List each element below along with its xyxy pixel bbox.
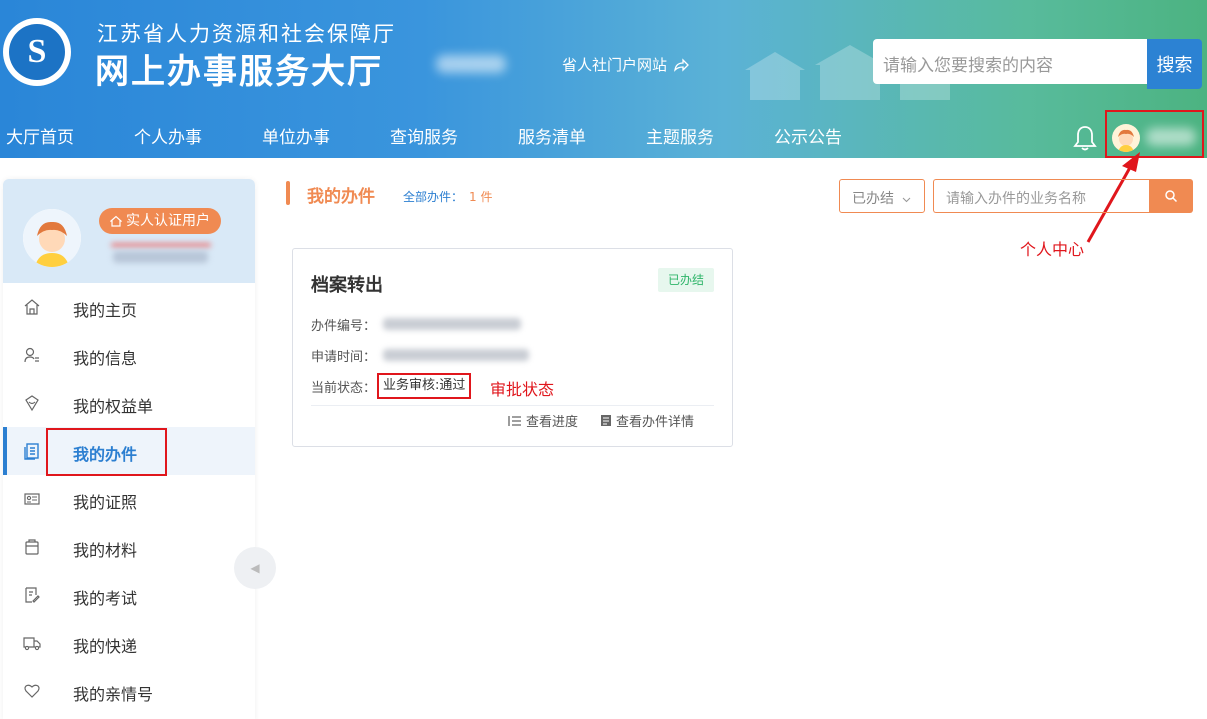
sidebar-item-label: 我的信息 [73,349,138,368]
sidebar-item-my-materials[interactable]: 我的材料 [3,523,255,571]
id-card-icon [24,493,40,505]
sidebar-item-my-home[interactable]: 我的主页 [3,283,255,331]
case-number-row: 办件编号： [311,315,376,334]
state-label: 当前状态： [311,381,377,396]
page-title: 我的办件 [307,187,375,207]
view-progress-label: 查看进度 [526,415,579,430]
logo-emblem: S [27,33,47,70]
sidebar-item-label: 我的材料 [73,541,138,560]
case-card[interactable]: 档案转出 已办结 办件编号： 申请时间： 当前状态： 业务审核:通过 查看进度 … [292,248,733,447]
bell-icon[interactable] [1073,124,1097,152]
site-search-input[interactable]: 请输入您要搜索的内容 [873,39,1147,84]
sidebar-item-my-express[interactable]: 我的快递 [3,619,255,667]
home-icon [24,299,40,315]
view-detail-link[interactable]: 查看办件详情 [600,411,694,430]
case-title: 档案转出 [311,275,383,296]
sidebar-item-my-rights[interactable]: 我的权益单 [3,379,255,427]
annotation-user-center: 个人中心 [1020,240,1085,259]
main-nav: 大厅首页 个人办事 单位办事 查询服务 服务清单 主题服务 公示公告 [0,120,902,156]
user-info-icon [24,347,39,363]
badge-label: 实人认证用户 [126,213,210,229]
nav-unit[interactable]: 单位办事 [262,120,330,156]
heart-icon [24,684,40,698]
case-number-label: 办件编号： [311,319,377,334]
sidebar-item-label: 我的证照 [73,493,138,512]
document-icon [601,415,611,426]
case-count-label: 全部办件： [403,190,464,204]
profile-avatar[interactable] [23,209,81,267]
sidebar-item-my-licenses[interactable]: 我的证照 [3,475,255,523]
sidebar-item-my-exams[interactable]: 我的考试 [3,571,255,619]
nav-topic[interactable]: 主题服务 [646,120,714,156]
case-search-placeholder: 请输入办件的业务名称 [946,191,1086,207]
sidebar-item-my-family[interactable]: 我的亲情号 [3,667,255,715]
sidebar-item-label: 我的权益单 [73,397,154,416]
avatar-icon [23,209,81,267]
sidebar-item-label: 我的考试 [73,589,138,608]
collapse-sidebar-button[interactable]: ◀ [234,547,276,589]
view-detail-label: 查看办件详情 [616,415,695,430]
redacted-region [436,55,506,73]
sidebar-item-label: 我的亲情号 [73,685,154,704]
state-value: 业务审核:通过 [377,373,472,399]
case-count-value: 1 件 [469,190,493,204]
logo[interactable]: S [3,18,71,86]
sidebar-item-label: 我的主页 [73,301,138,320]
apply-time-row: 申请时间： [311,346,376,365]
state-row: 当前状态： [311,377,376,396]
case-count: 全部办件： 1 件 [403,188,492,205]
page: S 江苏省人力资源和社会保障厅 网上办事服务大厅 省人社门户网站 请输入您要搜索… [0,0,1207,719]
profile-card: 实人认证用户 [3,179,255,283]
search-icon [1165,190,1178,203]
status-filter-value: 已办结 [852,191,894,207]
header: S 江苏省人力资源和社会保障厅 网上办事服务大厅 省人社门户网站 请输入您要搜索… [0,0,1207,158]
search-button-label: 搜索 [1156,55,1193,76]
share-arrow-icon [674,57,689,72]
nav-service-list[interactable]: 服务清单 [518,120,586,156]
search-placeholder: 请输入您要搜索的内容 [883,56,1053,76]
portal-link[interactable]: 省人社门户网站 [562,54,689,75]
case-search-input[interactable]: 请输入办件的业务名称 [933,179,1149,213]
hall-name: 网上办事服务大厅 [95,52,383,92]
list-icon [508,415,521,426]
nav-home[interactable]: 大厅首页 [6,120,74,156]
case-search-button[interactable] [1149,179,1193,213]
chevron-down-icon [903,197,911,203]
document-icon [24,443,39,460]
portal-link-label: 省人社门户网站 [562,56,668,74]
exam-icon [25,587,40,603]
redacted-id [113,251,208,263]
redacted-case-number [383,318,521,330]
sidebar-item-my-info[interactable]: 我的信息 [3,331,255,379]
annotation-approval-state: 审批状态 [490,380,555,399]
folder-icon [25,539,39,555]
nav-notice[interactable]: 公示公告 [774,120,842,156]
house-icon [110,215,122,227]
title-accent-bar [286,181,290,205]
view-progress-link[interactable]: 查看进度 [508,411,578,430]
triangle-left-icon: ◀ [250,561,260,575]
sidebar: 实人认证用户 我的主页 我的信息 我的权益单 我的办件 我的证照 我的材料 我的… [3,179,255,719]
sidebar-menu: 我的主页 我的信息 我的权益单 我的办件 我的证照 我的材料 我的考试 我的快递… [3,283,255,715]
redacted-name [111,243,211,247]
site-search-button[interactable]: 搜索 [1147,39,1202,89]
status-badge: 已办结 [658,268,714,292]
annotation-box-my-cases [46,428,167,476]
apply-time-label: 申请时间： [311,350,377,365]
rights-icon [25,395,39,412]
sidebar-item-label: 我的快递 [73,637,138,656]
redacted-apply-time [383,349,529,361]
card-divider [311,405,714,406]
nav-personal[interactable]: 个人办事 [134,120,202,156]
truck-icon [23,637,41,651]
status-filter-select[interactable]: 已办结 [839,179,925,213]
nav-query[interactable]: 查询服务 [390,120,458,156]
verified-user-badge: 实人认证用户 [99,208,221,234]
